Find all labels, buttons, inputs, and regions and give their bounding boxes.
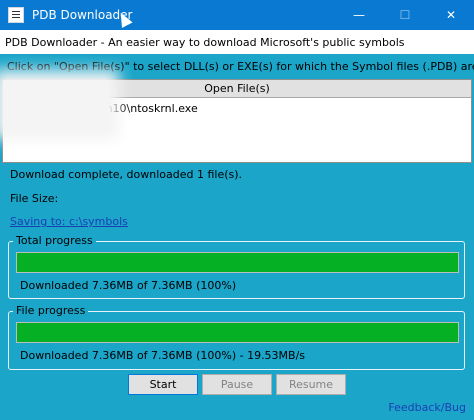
file-list-panel[interactable]: Open File(s) o\k\win10\ntoskrnl.exe: [2, 79, 472, 163]
total-progress-label: Total progress: [13, 234, 96, 248]
app-subtitle: PDB Downloader - An easier way to downlo…: [0, 30, 474, 54]
file-size-label: File Size:: [10, 192, 59, 205]
file-progress-label: File progress: [13, 304, 89, 318]
pause-button[interactable]: Pause: [202, 374, 272, 395]
close-button[interactable]: ✕: [428, 0, 474, 30]
start-button[interactable]: Start: [128, 374, 198, 395]
instruction-text: Click on "Open File(s)" to select DLL(s)…: [7, 60, 474, 73]
maximize-button[interactable]: ☐: [382, 0, 428, 30]
saving-location-link[interactable]: Saving to: c:\symbols: [10, 215, 128, 228]
redacted-overlay: [3, 80, 109, 130]
download-status-text: Download complete, downloaded 1 file(s).: [10, 168, 243, 181]
resume-button[interactable]: Resume: [276, 374, 346, 395]
title-bar[interactable]: PDB Downloader — ☐ ✕: [0, 0, 474, 30]
total-progress-text: Downloaded 7.36MB of 7.36MB (100%): [20, 279, 237, 292]
minimize-button[interactable]: —: [336, 0, 382, 30]
window-controls: — ☐ ✕: [336, 0, 474, 30]
total-progress-group: Total progress Downloaded 7.36MB of 7.36…: [8, 234, 465, 299]
total-progress-bar: [16, 252, 459, 273]
feedback-bug-link[interactable]: Feedback/Bug: [388, 401, 466, 414]
file-progress-fill: [17, 323, 458, 342]
file-progress-text: Downloaded 7.36MB of 7.36MB (100%) - 19.…: [20, 349, 306, 362]
file-progress-bar: [16, 322, 459, 343]
total-progress-fill: [17, 253, 458, 272]
file-progress-group: File progress Downloaded 7.36MB of 7.36M…: [8, 304, 465, 370]
app-document-icon: [8, 7, 24, 23]
